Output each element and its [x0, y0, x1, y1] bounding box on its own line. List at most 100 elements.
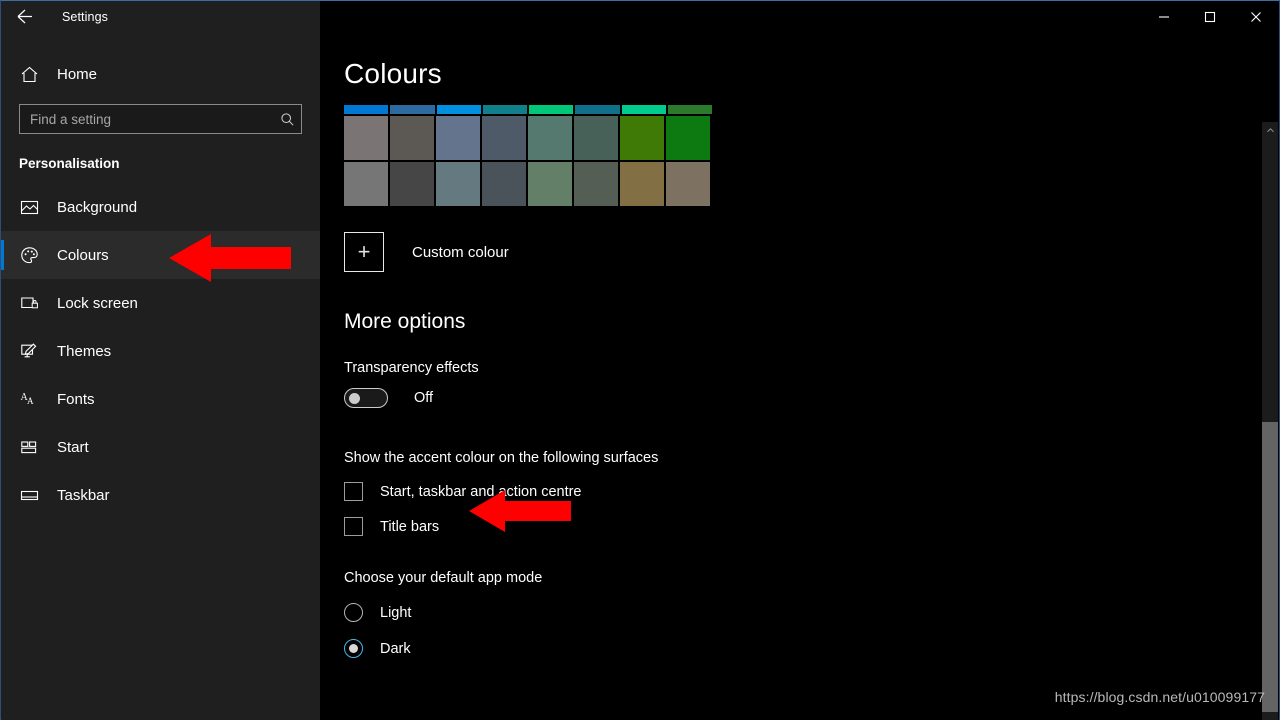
sidebar-item-background[interactable]: Background — [1, 183, 320, 231]
watermark-url: https://blog.csdn.net/u010099177 — [1054, 689, 1265, 705]
colour-swatch[interactable] — [620, 116, 664, 160]
colour-swatch[interactable] — [390, 116, 434, 160]
search-icon[interactable] — [273, 112, 301, 127]
search-container — [1, 94, 320, 134]
sidebar-item-label: Themes — [57, 342, 112, 360]
sidebar-item-label: Start — [57, 438, 89, 456]
transparency-effects-toggle[interactable] — [344, 388, 388, 408]
sidebar-item-label: Lock screen — [57, 294, 138, 312]
scrollbar-thumb[interactable] — [1262, 422, 1278, 712]
search-input[interactable] — [20, 105, 273, 133]
radio-dot — [349, 644, 358, 653]
radio-row-dark[interactable]: Dark — [344, 639, 1279, 658]
accent-surfaces-label: Show the accent colour on the following … — [344, 450, 659, 466]
selection-accent-bar — [1, 240, 4, 270]
vertical-scrollbar[interactable] — [1262, 122, 1278, 720]
sidebar-item-label: Fonts — [57, 390, 95, 408]
chevron-up-icon — [1266, 122, 1275, 140]
radio-row-light[interactable]: Light — [344, 603, 1279, 622]
window-controls — [1141, 1, 1279, 32]
back-button[interactable] — [1, 1, 47, 32]
colour-swatch[interactable] — [620, 162, 664, 206]
taskbar-icon — [13, 486, 45, 505]
app-mode-label: Choose your default app mode — [344, 570, 543, 586]
colour-swatch[interactable] — [344, 162, 388, 206]
swatch-row-1 — [344, 116, 712, 160]
swatch-strip-segment[interactable] — [667, 105, 712, 114]
sidebar-section-title: Personalisation — [19, 156, 120, 171]
sidebar-item-start[interactable]: Start — [1, 423, 320, 471]
sidebar: Home Personalisation — [1, 32, 320, 720]
sidebar-item-taskbar[interactable]: Taskbar — [1, 471, 320, 519]
window-title: Settings — [62, 9, 108, 24]
sidebar-item-label: Taskbar — [57, 486, 110, 504]
sidebar-item-label: Background — [57, 198, 138, 216]
custom-colour-label: Custom colour — [412, 243, 509, 261]
swatch-row-2 — [344, 162, 712, 206]
transparency-effects-state: Off — [414, 390, 434, 406]
svg-text:A: A — [27, 396, 34, 406]
sidebar-item-lock-screen[interactable]: Lock screen — [1, 279, 320, 327]
colour-swatch[interactable] — [482, 162, 526, 206]
minimize-button[interactable] — [1141, 1, 1187, 32]
swatch-strip-segment[interactable] — [482, 105, 527, 114]
colour-swatch[interactable] — [574, 162, 618, 206]
checkbox-title-bars[interactable] — [344, 517, 363, 536]
close-icon — [1250, 11, 1262, 23]
colour-swatch[interactable] — [666, 162, 710, 206]
swatch-strip-segment[interactable] — [575, 105, 620, 114]
checkbox-label: Title bars — [380, 518, 440, 535]
start-icon — [13, 438, 45, 457]
swatch-strip-segment[interactable] — [621, 105, 666, 114]
palette-icon — [13, 246, 45, 265]
minimize-icon — [1158, 11, 1170, 23]
title-bar: Settings — [1, 1, 1279, 32]
colour-swatch[interactable] — [528, 162, 572, 206]
main-content: Colours + Custom colour More options Tra… — [320, 32, 1279, 720]
radio-light[interactable] — [344, 603, 363, 622]
radio-dark[interactable] — [344, 639, 363, 658]
scroll-up-button[interactable] — [1262, 122, 1278, 139]
sidebar-item-themes[interactable]: Themes — [1, 327, 320, 375]
colour-swatch[interactable] — [344, 116, 388, 160]
colour-swatch-grid — [320, 90, 1279, 206]
image-icon — [13, 198, 45, 217]
colour-swatch[interactable] — [436, 116, 480, 160]
transparency-effects-row: Off — [344, 388, 1279, 408]
checkbox-start-taskbar-action-centre[interactable] — [344, 482, 363, 501]
colour-swatch[interactable] — [666, 116, 710, 160]
lock-screen-icon — [13, 294, 45, 313]
plus-icon: + — [357, 239, 371, 264]
close-button[interactable] — [1233, 1, 1279, 32]
swatch-strip-segment[interactable] — [436, 105, 481, 114]
swatch-strip-segment[interactable] — [344, 105, 389, 114]
colour-swatch[interactable] — [436, 162, 480, 206]
radio-label: Dark — [380, 640, 411, 657]
radio-label: Light — [380, 604, 412, 621]
brush-icon — [13, 342, 45, 361]
colour-swatch[interactable] — [482, 116, 526, 160]
page-title: Colours — [344, 58, 442, 89]
arrow-pointing-colours — [169, 234, 291, 282]
sidebar-item-home[interactable]: Home — [1, 54, 320, 94]
arrow-pointing-title-bars — [469, 490, 571, 532]
title-bar-drag-area — [320, 1, 1141, 32]
colour-swatch[interactable] — [390, 162, 434, 206]
colour-swatch[interactable] — [528, 116, 572, 160]
sidebar-item-label: Colours — [57, 246, 109, 264]
swatch-strip-segment[interactable] — [390, 105, 435, 114]
maximize-button[interactable] — [1187, 1, 1233, 32]
home-icon — [13, 65, 45, 84]
back-arrow-icon — [15, 7, 34, 26]
colour-swatch[interactable] — [574, 116, 618, 160]
settings-window: Settings Home Find a setting Personalisa… — [0, 0, 1280, 720]
fonts-icon: A A — [13, 390, 45, 409]
more-options-heading: More options — [344, 310, 466, 333]
sidebar-item-fonts[interactable]: A A Fonts — [1, 375, 320, 423]
swatch-strip-segment[interactable] — [529, 105, 574, 114]
title-bar-left: Settings — [1, 1, 320, 32]
search-box[interactable] — [19, 104, 302, 134]
toggle-knob — [349, 392, 360, 404]
custom-colour-button[interactable]: + — [344, 232, 384, 272]
sidebar-home-label: Home — [57, 65, 98, 83]
